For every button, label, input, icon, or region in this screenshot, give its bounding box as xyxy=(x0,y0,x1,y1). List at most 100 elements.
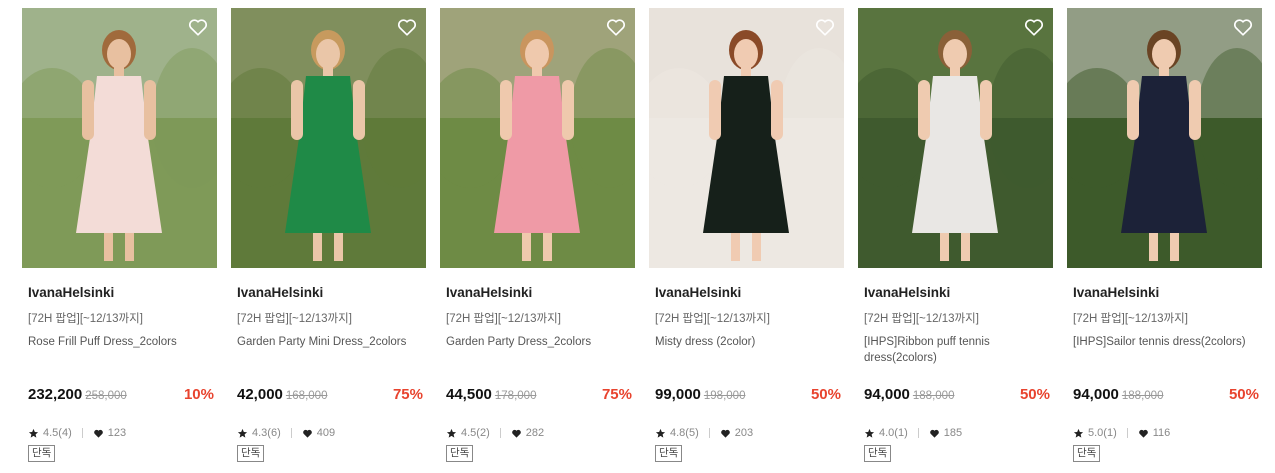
star-icon xyxy=(1073,428,1084,438)
rating-value: 4.5(2) xyxy=(461,427,490,439)
product-name[interactable]: Misty dress (2color) xyxy=(655,334,840,350)
exclusive-badge: 단독 xyxy=(28,445,56,462)
exclusive-badge: 단독 xyxy=(1073,445,1101,462)
star-icon xyxy=(864,428,875,438)
like-count: 116 xyxy=(1152,427,1171,439)
sale-price: 94,000 xyxy=(1073,386,1119,403)
exclusive-badge: 단독 xyxy=(237,445,265,462)
product-grid: IvanaHelsinki [72H 팝업][~12/13까지] Rose Fr… xyxy=(22,8,1262,468)
divider xyxy=(290,428,292,438)
wishlist-heart-icon[interactable] xyxy=(814,16,836,38)
product-card[interactable]: IvanaHelsinki [72H 팝업][~12/13까지] [IHPS]S… xyxy=(1067,8,1262,468)
divider xyxy=(708,428,710,438)
sale-price: 94,000 xyxy=(864,386,910,403)
product-card[interactable]: IvanaHelsinki [72H 팝업][~12/13까지] Misty d… xyxy=(649,8,844,468)
wishlist-heart-icon[interactable] xyxy=(1023,16,1045,38)
price-row: 94,000 188,000 50% xyxy=(864,386,1050,406)
price-row: 232,200 258,000 10% xyxy=(28,386,214,406)
divider xyxy=(81,428,83,438)
product-image[interactable] xyxy=(22,8,217,268)
rating-value: 4.3(6) xyxy=(252,427,281,439)
divider xyxy=(917,428,919,438)
product-image[interactable] xyxy=(440,8,635,268)
promo-text: [72H 팝업][~12/13까지] xyxy=(1073,313,1188,325)
promo-text: [72H 팝업][~12/13까지] xyxy=(864,313,979,325)
product-photo[interactable] xyxy=(649,8,844,268)
promo-text: [72H 팝업][~12/13까지] xyxy=(446,313,561,325)
product-photo[interactable] xyxy=(22,8,217,268)
product-card[interactable]: IvanaHelsinki [72H 팝업][~12/13까지] [IHPS]R… xyxy=(858,8,1053,468)
product-card[interactable]: IvanaHelsinki [72H 팝업][~12/13까지] Garden … xyxy=(231,8,426,468)
wishlist-heart-icon[interactable] xyxy=(1232,16,1254,38)
discount-rate: 75% xyxy=(392,386,423,403)
wishlist-heart-icon[interactable] xyxy=(396,16,418,38)
product-card[interactable]: IvanaHelsinki [72H 팝업][~12/13까지] Rose Fr… xyxy=(22,8,217,468)
wishlist-heart-icon[interactable] xyxy=(187,16,209,38)
brand-name[interactable]: IvanaHelsinki xyxy=(864,285,950,300)
brand-name[interactable]: IvanaHelsinki xyxy=(1073,285,1159,300)
promo-text: [72H 팝업][~12/13까지] xyxy=(655,313,770,325)
review-meta: 4.0(1) 185 xyxy=(864,427,962,439)
product-image[interactable] xyxy=(231,8,426,268)
promo-text: [72H 팝업][~12/13까지] xyxy=(28,313,143,325)
brand-name[interactable]: IvanaHelsinki xyxy=(655,285,741,300)
exclusive-badge: 단독 xyxy=(655,445,683,462)
like-heart-icon xyxy=(929,429,939,438)
sale-price: 44,500 xyxy=(446,386,492,403)
product-photo[interactable] xyxy=(1067,8,1262,268)
star-icon xyxy=(237,428,248,438)
price-row: 94,000 188,000 50% xyxy=(1073,386,1259,406)
product-name[interactable]: [IHPS]Ribbon puff tennis dress(2colors) xyxy=(864,334,1049,366)
divider xyxy=(1126,428,1128,438)
star-icon xyxy=(28,428,39,438)
brand-name[interactable]: IvanaHelsinki xyxy=(446,285,532,300)
sale-price: 232,200 xyxy=(28,386,83,403)
product-image[interactable] xyxy=(1067,8,1262,268)
product-name[interactable]: Garden Party Mini Dress_2colors xyxy=(237,334,422,350)
discount-rate: 50% xyxy=(1019,386,1050,403)
like-count: 185 xyxy=(943,427,963,439)
like-heart-icon xyxy=(93,429,103,438)
like-heart-icon xyxy=(302,429,312,438)
like-count: 409 xyxy=(316,427,336,439)
price-row: 42,000 168,000 75% xyxy=(237,386,423,406)
original-price: 168,000 xyxy=(285,390,328,402)
wishlist-heart-icon[interactable] xyxy=(605,16,627,38)
product-photo[interactable] xyxy=(440,8,635,268)
exclusive-badge: 단독 xyxy=(446,445,474,462)
sale-price: 99,000 xyxy=(655,386,701,403)
star-icon xyxy=(655,428,666,438)
rating-value: 4.0(1) xyxy=(879,427,908,439)
product-photo[interactable] xyxy=(858,8,1053,268)
product-image[interactable] xyxy=(858,8,1053,268)
like-heart-icon xyxy=(720,429,730,438)
star-icon xyxy=(446,428,457,438)
rating-value: 4.8(5) xyxy=(670,427,699,439)
review-meta: 4.5(2) 282 xyxy=(446,427,544,439)
product-name[interactable]: Garden Party Dress_2colors xyxy=(446,334,631,350)
price-row: 44,500 178,000 75% xyxy=(446,386,632,406)
like-heart-icon xyxy=(511,429,521,438)
promo-text: [72H 팝업][~12/13까지] xyxy=(237,313,352,325)
review-meta: 5.0(1) 116 xyxy=(1073,427,1170,439)
product-photo[interactable] xyxy=(231,8,426,268)
original-price: 198,000 xyxy=(703,390,746,402)
brand-name[interactable]: IvanaHelsinki xyxy=(28,285,114,300)
discount-rate: 50% xyxy=(810,386,841,403)
discount-rate: 75% xyxy=(601,386,632,403)
original-price: 258,000 xyxy=(85,390,127,402)
like-count: 123 xyxy=(107,427,127,439)
brand-name[interactable]: IvanaHelsinki xyxy=(237,285,323,300)
price-row: 99,000 198,000 50% xyxy=(655,386,841,406)
product-name[interactable]: [IHPS]Sailor tennis dress(2colors) xyxy=(1073,334,1258,350)
product-image[interactable] xyxy=(649,8,844,268)
product-name[interactable]: Rose Frill Puff Dress_2colors xyxy=(28,334,213,350)
product-card[interactable]: IvanaHelsinki [72H 팝업][~12/13까지] Garden … xyxy=(440,8,635,468)
like-heart-icon xyxy=(1138,429,1148,438)
review-meta: 4.8(5) 203 xyxy=(655,427,753,439)
like-count: 203 xyxy=(734,427,754,439)
rating-value: 5.0(1) xyxy=(1088,427,1117,439)
original-price: 188,000 xyxy=(1121,390,1164,402)
like-count: 282 xyxy=(525,427,545,439)
review-meta: 4.5(4) 123 xyxy=(28,427,126,439)
